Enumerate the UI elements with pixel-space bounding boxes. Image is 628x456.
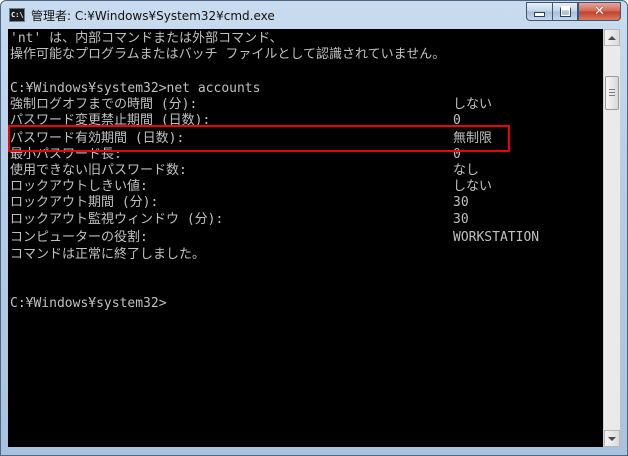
- console-line: ロックアウト監視ウィンドウ (分):: [10, 212, 224, 227]
- window-title: 管理者: C:¥Windows¥System32¥cmd.exe: [31, 9, 275, 23]
- maximize-icon: [559, 6, 571, 17]
- minimize-icon: [534, 12, 545, 17]
- scroll-thumb[interactable]: [605, 76, 619, 110]
- grip-line: [609, 89, 615, 90]
- arrow-up-icon: [608, 35, 616, 40]
- console-line: 使用できない旧パスワード数:: [10, 163, 187, 178]
- caption-buttons: ✕: [526, 2, 621, 21]
- cmd-window: C:\ 管理者: C:¥Windows¥System32¥cmd.exe ✕ '…: [0, 0, 628, 456]
- console-line: ロックアウト期間 (分):: [10, 195, 159, 210]
- close-icon: ✕: [594, 4, 605, 19]
- value-password-history: なし: [453, 163, 480, 178]
- scroll-up-button[interactable]: [604, 29, 620, 46]
- console-line: 強制ログオフまでの時間 (分):: [10, 97, 198, 112]
- value-computer-role: WORKSTATION: [453, 230, 540, 245]
- console-output[interactable]: 'nt' は、内部コマンドまたは外部コマンド、 操作可能なプログラムまたはバッチ…: [8, 29, 603, 447]
- value-lockout-duration: 30: [453, 195, 469, 210]
- grip-line: [609, 95, 615, 96]
- console-line: コマンドは正常に終了しました。: [10, 247, 206, 262]
- console-line: コンピューターの役割:: [10, 230, 148, 245]
- console-line: C:¥Windows¥system32>net accounts: [10, 81, 261, 96]
- highlight-box: [8, 125, 510, 152]
- console-line: 'nt' は、内部コマンドまたは外部コマンド、: [10, 31, 283, 46]
- value-lockout-window: 30: [453, 212, 469, 227]
- value-lockout-threshold: しない: [453, 179, 493, 194]
- vertical-scrollbar[interactable]: [603, 29, 620, 447]
- scroll-down-button[interactable]: [604, 430, 620, 447]
- cmd-icon[interactable]: C:\: [9, 8, 25, 22]
- arrow-down-icon: [608, 436, 616, 441]
- value-force-logoff: しない: [453, 97, 493, 112]
- console-line: 操作可能なプログラムまたはバッチ ファイルとして認識されていません。: [10, 47, 446, 62]
- console-prompt: C:¥Windows¥system32>: [10, 296, 167, 311]
- title-bar[interactable]: C:\ 管理者: C:¥Windows¥System32¥cmd.exe ✕: [1, 1, 627, 29]
- maximize-button[interactable]: [552, 2, 578, 21]
- grip-line: [609, 92, 615, 93]
- console-line: ロックアウトしきい値:: [10, 179, 148, 194]
- close-button[interactable]: ✕: [578, 2, 621, 21]
- minimize-button[interactable]: [526, 2, 552, 21]
